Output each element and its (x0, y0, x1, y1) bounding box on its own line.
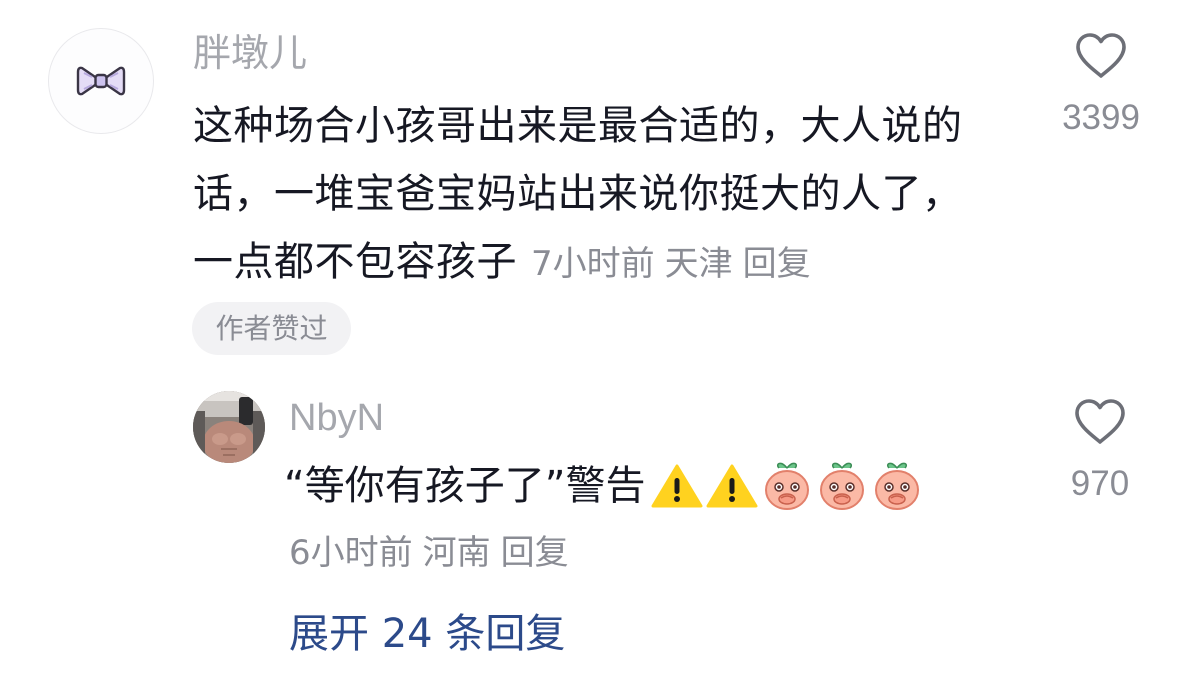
reply-author[interactable]: NbyN (289, 395, 384, 441)
bow-tie-icon (76, 66, 126, 96)
emoji-group (651, 460, 926, 512)
like-count: 970 (1070, 464, 1130, 503)
avatar[interactable] (193, 391, 265, 463)
like-button[interactable]: 970 (1040, 398, 1160, 504)
comment-text-line: 话，一堆宝爸宝妈站出来说你挺大的人了， (193, 171, 963, 217)
reply-text: “等你有孩子了”警告 (284, 456, 926, 516)
comment-meta: 7小时前 天津 回复 (531, 244, 811, 284)
comment-author[interactable]: 胖墩儿 (193, 30, 307, 76)
peach-face-icon (765, 462, 810, 510)
like-button[interactable]: 3399 (1041, 32, 1161, 138)
comment-text-line: 一点都不包容孩子 7小时前 天津 回复 (193, 228, 1033, 298)
comment-time: 7小时前 (531, 244, 655, 284)
reply-button[interactable]: 回复 (743, 244, 811, 284)
reply-meta: 6小时前 河南 回复 (289, 530, 579, 576)
like-count: 3399 (1062, 98, 1140, 137)
warning-icon (706, 464, 758, 508)
peach-face-icon (875, 462, 920, 510)
comment-location: 天津 (664, 244, 733, 284)
user-photo-avatar (193, 391, 265, 463)
peach-face-icon (820, 462, 865, 510)
heart-outline-icon (1075, 399, 1125, 444)
expand-replies-button[interactable]: 展开 24 条回复 (289, 608, 565, 660)
reply-location: 河南 (422, 533, 491, 573)
comment-text-line: 这种场合小孩哥出来是最合适的，大人说的 (193, 103, 963, 149)
heart-outline-icon (1076, 33, 1126, 78)
reply-text-content: “等你有孩子了”警告 (284, 463, 646, 509)
comment-thread: 胖墩儿 这种场合小孩哥出来是最合适的，大人说的 话，一堆宝爸宝妈站出来说你挺大的… (0, 0, 1179, 695)
avatar[interactable] (48, 28, 154, 134)
reply-button[interactable]: 回复 (501, 533, 569, 573)
comment-text: 这种场合小孩哥出来是最合适的，大人说的 话，一堆宝爸宝妈站出来说你挺大的人了， … (193, 92, 1033, 298)
author-liked-badge: 作者赞过 (192, 302, 351, 355)
comment-text-segment: 一点都不包容孩子 (193, 239, 517, 285)
warning-icon (651, 464, 703, 508)
reply-time: 6小时前 (289, 533, 413, 573)
